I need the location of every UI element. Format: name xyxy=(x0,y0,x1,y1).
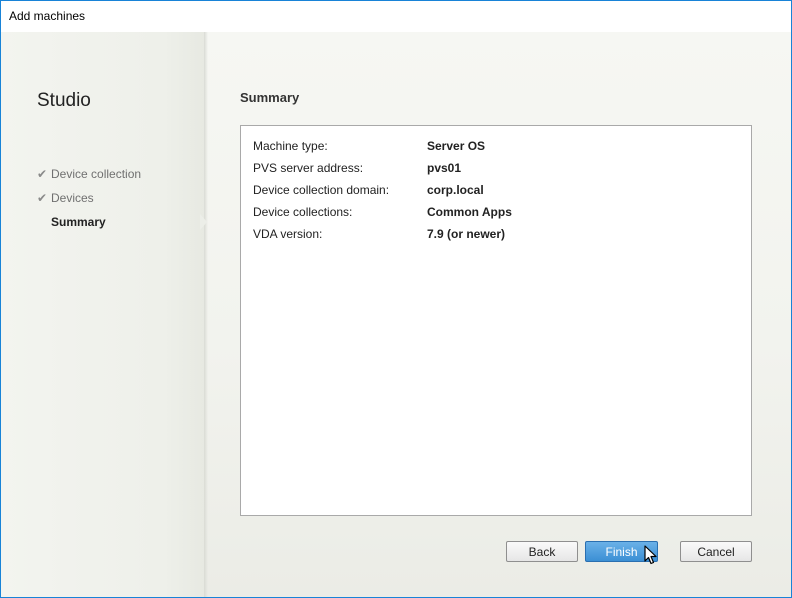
summary-key: Device collection domain: xyxy=(253,183,390,197)
title-bar[interactable]: Add machines xyxy=(1,1,791,32)
summary-key: Device collections: xyxy=(253,205,353,219)
page-title: Summary xyxy=(240,90,300,105)
mouse-pointer-icon xyxy=(644,545,657,565)
summary-value: Common Apps xyxy=(427,205,512,219)
summary-key: Machine type: xyxy=(253,139,328,153)
window-title: Add machines xyxy=(9,9,86,23)
step-label: Devices xyxy=(51,191,94,205)
step-label: Device collection xyxy=(51,167,142,181)
summary-value: pvs01 xyxy=(427,161,462,175)
current-step-indicator xyxy=(200,214,207,230)
summary-value: corp.local xyxy=(427,183,484,197)
step-label: Summary xyxy=(51,215,106,229)
check-icon: ✔ xyxy=(37,167,48,181)
app-title: Studio xyxy=(37,90,91,111)
summary-key: PVS server address: xyxy=(253,161,364,175)
summary-key: VDA version: xyxy=(253,227,323,241)
summary-value: Server OS xyxy=(427,139,486,153)
summary-value: 7.9 (or newer) xyxy=(427,227,506,241)
wizard-content: Studio ✔ Device collection ✔ Devices Sum… xyxy=(1,32,791,597)
add-machines-window: Add machines Studio ✔ Device collection … xyxy=(0,0,792,598)
summary-panel: Machine type: Server OS PVS server addre… xyxy=(240,125,752,516)
wizard-sidebar: Studio ✔ Device collection ✔ Devices Sum… xyxy=(1,32,204,597)
check-icon: ✔ xyxy=(37,191,48,205)
sidebar-divider xyxy=(204,32,208,597)
cancel-button[interactable]: Cancel xyxy=(680,541,752,562)
back-button[interactable]: Back xyxy=(506,541,578,562)
